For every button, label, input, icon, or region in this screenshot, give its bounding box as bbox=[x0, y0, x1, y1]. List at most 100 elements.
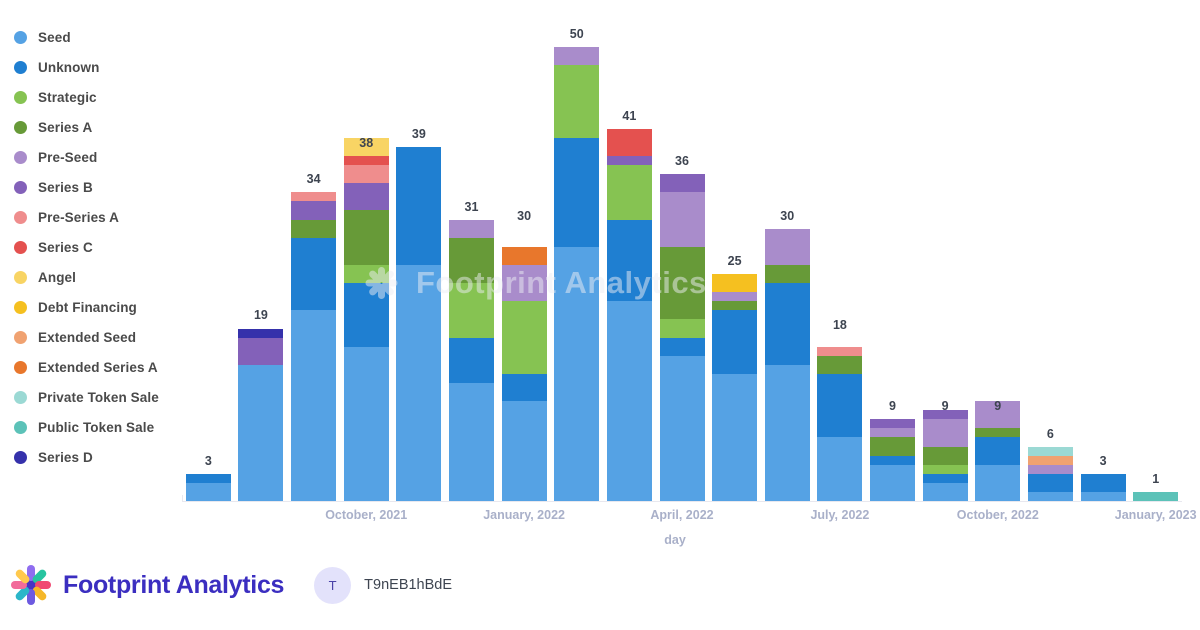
bar-segment[interactable] bbox=[238, 364, 284, 501]
bar-group[interactable]: 9 bbox=[870, 399, 916, 501]
bar-segment[interactable] bbox=[1027, 491, 1073, 501]
bar-segment[interactable] bbox=[817, 355, 863, 374]
legend-item-pre-series-a[interactable]: Pre-Series A bbox=[14, 202, 204, 232]
legend-item-series-a[interactable]: Series A bbox=[14, 112, 204, 142]
bar-segment[interactable] bbox=[870, 437, 916, 456]
bar-group[interactable]: 18 bbox=[817, 318, 863, 501]
bar-segment[interactable] bbox=[554, 246, 600, 501]
bar-segment[interactable] bbox=[659, 355, 705, 501]
bar-segment[interactable] bbox=[712, 274, 758, 293]
bar-segment[interactable] bbox=[343, 210, 389, 265]
bar-segment[interactable] bbox=[659, 246, 705, 320]
bar-segment[interactable] bbox=[343, 346, 389, 501]
legend-item-pre-seed[interactable]: Pre-Seed bbox=[14, 142, 204, 172]
bar-segment[interactable] bbox=[448, 283, 494, 338]
bar-segment[interactable] bbox=[501, 373, 547, 402]
legend-item-angel[interactable]: Angel bbox=[14, 262, 204, 292]
bar-segment[interactable] bbox=[448, 382, 494, 501]
bar-segment[interactable] bbox=[975, 464, 1021, 501]
bar-segment[interactable] bbox=[448, 237, 494, 284]
legend-item-public-token-sale[interactable]: Public Token Sale bbox=[14, 412, 204, 442]
bar-segment[interactable] bbox=[396, 264, 442, 501]
bar-segment[interactable] bbox=[712, 301, 758, 311]
bar-group[interactable]: 38 bbox=[343, 136, 389, 501]
bar-segment[interactable] bbox=[606, 301, 652, 501]
bar-segment[interactable] bbox=[1080, 473, 1126, 492]
legend-item-series-c[interactable]: Series C bbox=[14, 232, 204, 262]
bar-segment[interactable] bbox=[343, 156, 389, 166]
bar-segment[interactable] bbox=[870, 455, 916, 465]
bar-segment[interactable] bbox=[922, 482, 968, 501]
bar-segment[interactable] bbox=[291, 310, 337, 501]
bar-segment[interactable] bbox=[659, 192, 705, 247]
bar-segment[interactable] bbox=[975, 428, 1021, 438]
bar-segment[interactable] bbox=[870, 428, 916, 438]
legend-item-series-d[interactable]: Series D bbox=[14, 442, 204, 472]
bar-segment[interactable] bbox=[659, 337, 705, 356]
bar-group[interactable]: 25 bbox=[712, 254, 758, 501]
bar-group[interactable]: 1 bbox=[1133, 472, 1179, 501]
user-chip[interactable]: T T9nEB1hBdE bbox=[314, 566, 452, 604]
bar-segment[interactable] bbox=[448, 337, 494, 383]
legend-item-series-b[interactable]: Series B bbox=[14, 172, 204, 202]
bar-segment[interactable] bbox=[501, 301, 547, 374]
bar-segment[interactable] bbox=[343, 283, 389, 347]
bar-segment[interactable] bbox=[291, 219, 337, 238]
bar-segment[interactable] bbox=[1027, 464, 1073, 474]
bar-segment[interactable] bbox=[1133, 491, 1179, 501]
legend-item-unknown[interactable]: Unknown bbox=[14, 52, 204, 82]
legend-item-strategic[interactable]: Strategic bbox=[14, 82, 204, 112]
bar-group[interactable]: 41 bbox=[606, 109, 652, 501]
bar-segment[interactable] bbox=[870, 419, 916, 429]
bar-segment[interactable] bbox=[343, 264, 389, 284]
bar-group[interactable]: 39 bbox=[396, 127, 442, 501]
bar-segment[interactable] bbox=[817, 373, 863, 438]
bar-segment[interactable] bbox=[764, 264, 810, 284]
bar-segment[interactable] bbox=[922, 419, 968, 447]
bar-segment[interactable] bbox=[501, 264, 547, 302]
bar-segment[interactable] bbox=[922, 473, 968, 483]
legend-item-extended-series-a[interactable]: Extended Series A bbox=[14, 352, 204, 382]
bar-segment[interactable] bbox=[185, 473, 231, 483]
bar-segment[interactable] bbox=[185, 482, 231, 501]
bar-group[interactable]: 6 bbox=[1027, 427, 1073, 501]
bar-segment[interactable] bbox=[291, 201, 337, 220]
bar-segment[interactable] bbox=[975, 437, 1021, 465]
bar-segment[interactable] bbox=[448, 219, 494, 238]
legend-item-private-token-sale[interactable]: Private Token Sale bbox=[14, 382, 204, 412]
bar-segment[interactable] bbox=[659, 174, 705, 193]
bar-segment[interactable] bbox=[1027, 473, 1073, 492]
bar-segment[interactable] bbox=[501, 401, 547, 501]
bar-segment[interactable] bbox=[291, 192, 337, 202]
bar-group[interactable]: 9 bbox=[922, 399, 968, 501]
bar-segment[interactable] bbox=[1027, 446, 1073, 456]
bar-segment[interactable] bbox=[606, 219, 652, 302]
bar-group[interactable]: 30 bbox=[501, 209, 547, 501]
bar-segment[interactable] bbox=[606, 128, 652, 156]
bar-segment[interactable] bbox=[1027, 455, 1073, 465]
bar-group[interactable]: 30 bbox=[764, 209, 810, 501]
bar-segment[interactable] bbox=[554, 47, 600, 66]
legend-item-seed[interactable]: Seed bbox=[14, 22, 204, 52]
bar-segment[interactable] bbox=[922, 464, 968, 474]
bar-segment[interactable] bbox=[712, 292, 758, 302]
bar-segment[interactable] bbox=[764, 228, 810, 265]
bar-group[interactable]: 31 bbox=[448, 200, 494, 501]
bar-segment[interactable] bbox=[238, 328, 284, 338]
bar-segment[interactable] bbox=[501, 246, 547, 265]
bar-segment[interactable] bbox=[764, 283, 810, 365]
bar-segment[interactable] bbox=[659, 319, 705, 338]
bar-segment[interactable] bbox=[712, 310, 758, 374]
bar-segment[interactable] bbox=[343, 165, 389, 184]
bar-segment[interactable] bbox=[238, 337, 284, 365]
bar-segment[interactable] bbox=[922, 446, 968, 465]
bar-segment[interactable] bbox=[870, 464, 916, 501]
bar-group[interactable]: 36 bbox=[659, 154, 705, 501]
bar-group[interactable]: 34 bbox=[291, 172, 337, 501]
bar-group[interactable]: 50 bbox=[554, 27, 600, 501]
bar-segment[interactable] bbox=[554, 137, 600, 247]
bar-group[interactable]: 3 bbox=[185, 454, 231, 501]
bar-group[interactable]: 19 bbox=[238, 308, 284, 501]
bar-segment[interactable] bbox=[712, 373, 758, 501]
legend-item-debt-financing[interactable]: Debt Financing bbox=[14, 292, 204, 322]
